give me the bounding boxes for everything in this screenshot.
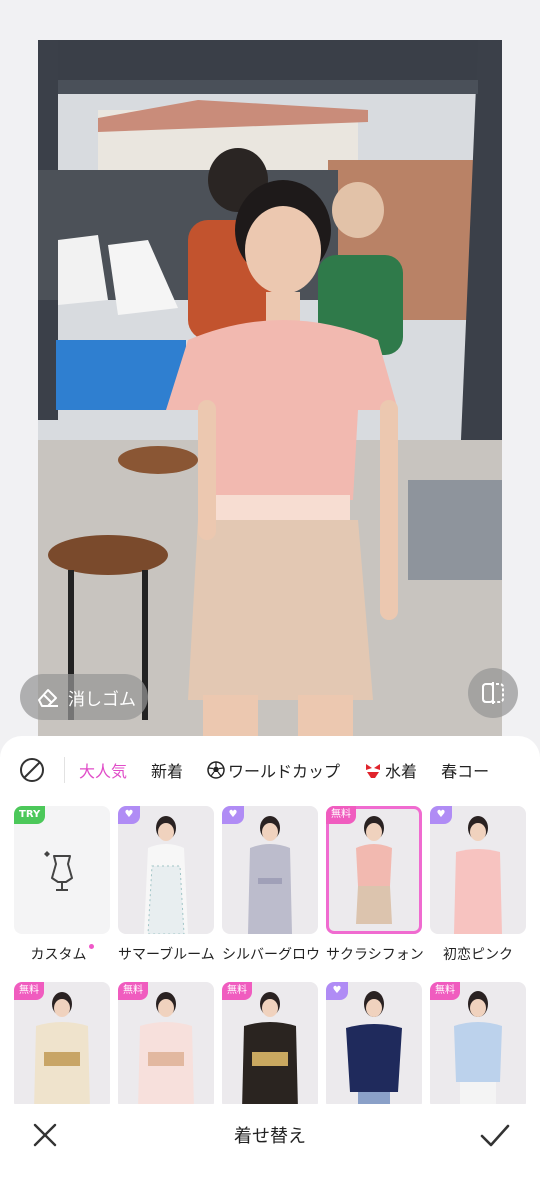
outfit-card[interactable]: 無料 xyxy=(222,982,318,1110)
outfit-card[interactable]: 無料 xyxy=(14,982,110,1110)
model-image xyxy=(454,816,502,934)
page-title: 着せ替え xyxy=(234,1126,306,1147)
outfit-name: サマーブルーム xyxy=(118,947,215,963)
eraser-icon xyxy=(38,689,58,707)
outfit-thumbnail: 無料 xyxy=(118,982,214,1110)
outfit-thumbnail: ♥ xyxy=(222,806,318,934)
tab-swimwear-label: 水着 xyxy=(385,762,418,781)
vip-badge: ♥ xyxy=(118,806,140,824)
model-image xyxy=(138,992,194,1110)
tab-world-cup-label: ワールドカップ xyxy=(228,762,341,781)
outfit-card[interactable]: 無料 xyxy=(118,982,214,1110)
no-outfit-button[interactable] xyxy=(0,750,64,790)
outfit-name: カスタム xyxy=(30,947,87,963)
outfit-thumbnail: ♥ xyxy=(326,982,422,1110)
outfit-card[interactable]: ♥ 初恋ピンク xyxy=(430,806,526,964)
no-entry-icon xyxy=(20,758,44,782)
outfit-name: 初恋ピンク xyxy=(443,947,513,963)
vip-badge: ♥ xyxy=(222,806,244,824)
outfit-name: サクラシフォン xyxy=(326,947,424,963)
outfit-card[interactable]: ♥ シルバーグロウ xyxy=(222,806,320,964)
free-badge: 無料 xyxy=(14,982,44,1000)
outfit-card-custom[interactable]: TRY カスタム xyxy=(14,806,110,964)
tab-spring-coordinate[interactable]: 春コー xyxy=(441,758,489,782)
dress-form-icon xyxy=(44,851,73,891)
outfit-row: 無料 無料 無料 ♥ 無料 xyxy=(14,982,528,1110)
outfit-thumbnail: 無料 xyxy=(430,982,526,1110)
outfit-thumbnail: 無料 xyxy=(326,806,422,934)
compare-button[interactable] xyxy=(468,668,518,718)
outfit-thumbnail: 無料 xyxy=(222,982,318,1110)
category-tabs: 大人気 新着 ワールドカップ 水着 春コー xyxy=(0,750,540,790)
bikini-icon xyxy=(366,764,381,778)
vip-badge: ♥ xyxy=(326,982,348,1000)
free-badge: 無料 xyxy=(430,982,460,1000)
free-badge: 無料 xyxy=(118,982,148,1000)
outfit-grid: TRY カスタム ♥ サマーブルーム ♥ シルバーグロウ 無料 サクラシフォン … xyxy=(14,806,528,1128)
outfit-name: シルバーグロウ xyxy=(222,947,320,963)
model-image xyxy=(34,992,90,1110)
outfit-thumbnail: 無料 xyxy=(14,982,110,1110)
outfit-card-selected[interactable]: 無料 サクラシフォン xyxy=(326,806,424,964)
tab-popular[interactable]: 大人気 xyxy=(79,758,127,782)
new-dot xyxy=(88,944,94,949)
model-image xyxy=(346,991,402,1110)
model-image xyxy=(248,816,292,934)
vip-badge: ♥ xyxy=(430,806,452,824)
free-badge: 無料 xyxy=(222,982,252,1000)
bottom-bar: 着せ替え xyxy=(0,1104,540,1200)
tab-new-label: 新着 xyxy=(151,762,184,781)
model-image xyxy=(356,816,392,924)
tab-popular-label: 大人気 xyxy=(79,762,128,781)
outfit-thumbnail: TRY xyxy=(14,806,110,934)
outfit-card[interactable]: ♥ サマーブルーム xyxy=(118,806,215,964)
outfit-row: TRY カスタム ♥ サマーブルーム ♥ シルバーグロウ 無料 サクラシフォン … xyxy=(14,806,528,964)
tab-spring-label: 春コー xyxy=(441,762,490,781)
free-badge: 無料 xyxy=(326,806,356,824)
model-image xyxy=(454,991,502,1110)
checkmark-icon[interactable] xyxy=(478,1118,512,1152)
eraser-button[interactable]: 消しゴム xyxy=(20,674,148,720)
tab-new[interactable]: 新着 xyxy=(151,758,183,782)
outfit-card[interactable]: ♥ xyxy=(326,982,422,1110)
tab-divider xyxy=(64,757,65,783)
eraser-label: 消しゴム xyxy=(68,689,136,710)
model-image xyxy=(144,816,188,934)
outfit-card[interactable]: 無料 xyxy=(430,982,526,1110)
photo-illustration xyxy=(38,40,502,736)
outfit-thumbnail: ♥ xyxy=(118,806,214,934)
compare-icon xyxy=(482,682,504,704)
tab-world-cup[interactable]: ワールドカップ xyxy=(207,758,340,782)
outfit-thumbnail: ♥ xyxy=(430,806,526,934)
preview-photo xyxy=(38,40,502,736)
model-image xyxy=(242,992,298,1110)
soccer-ball-icon xyxy=(207,761,225,779)
tab-swimwear[interactable]: 水着 xyxy=(364,758,417,782)
